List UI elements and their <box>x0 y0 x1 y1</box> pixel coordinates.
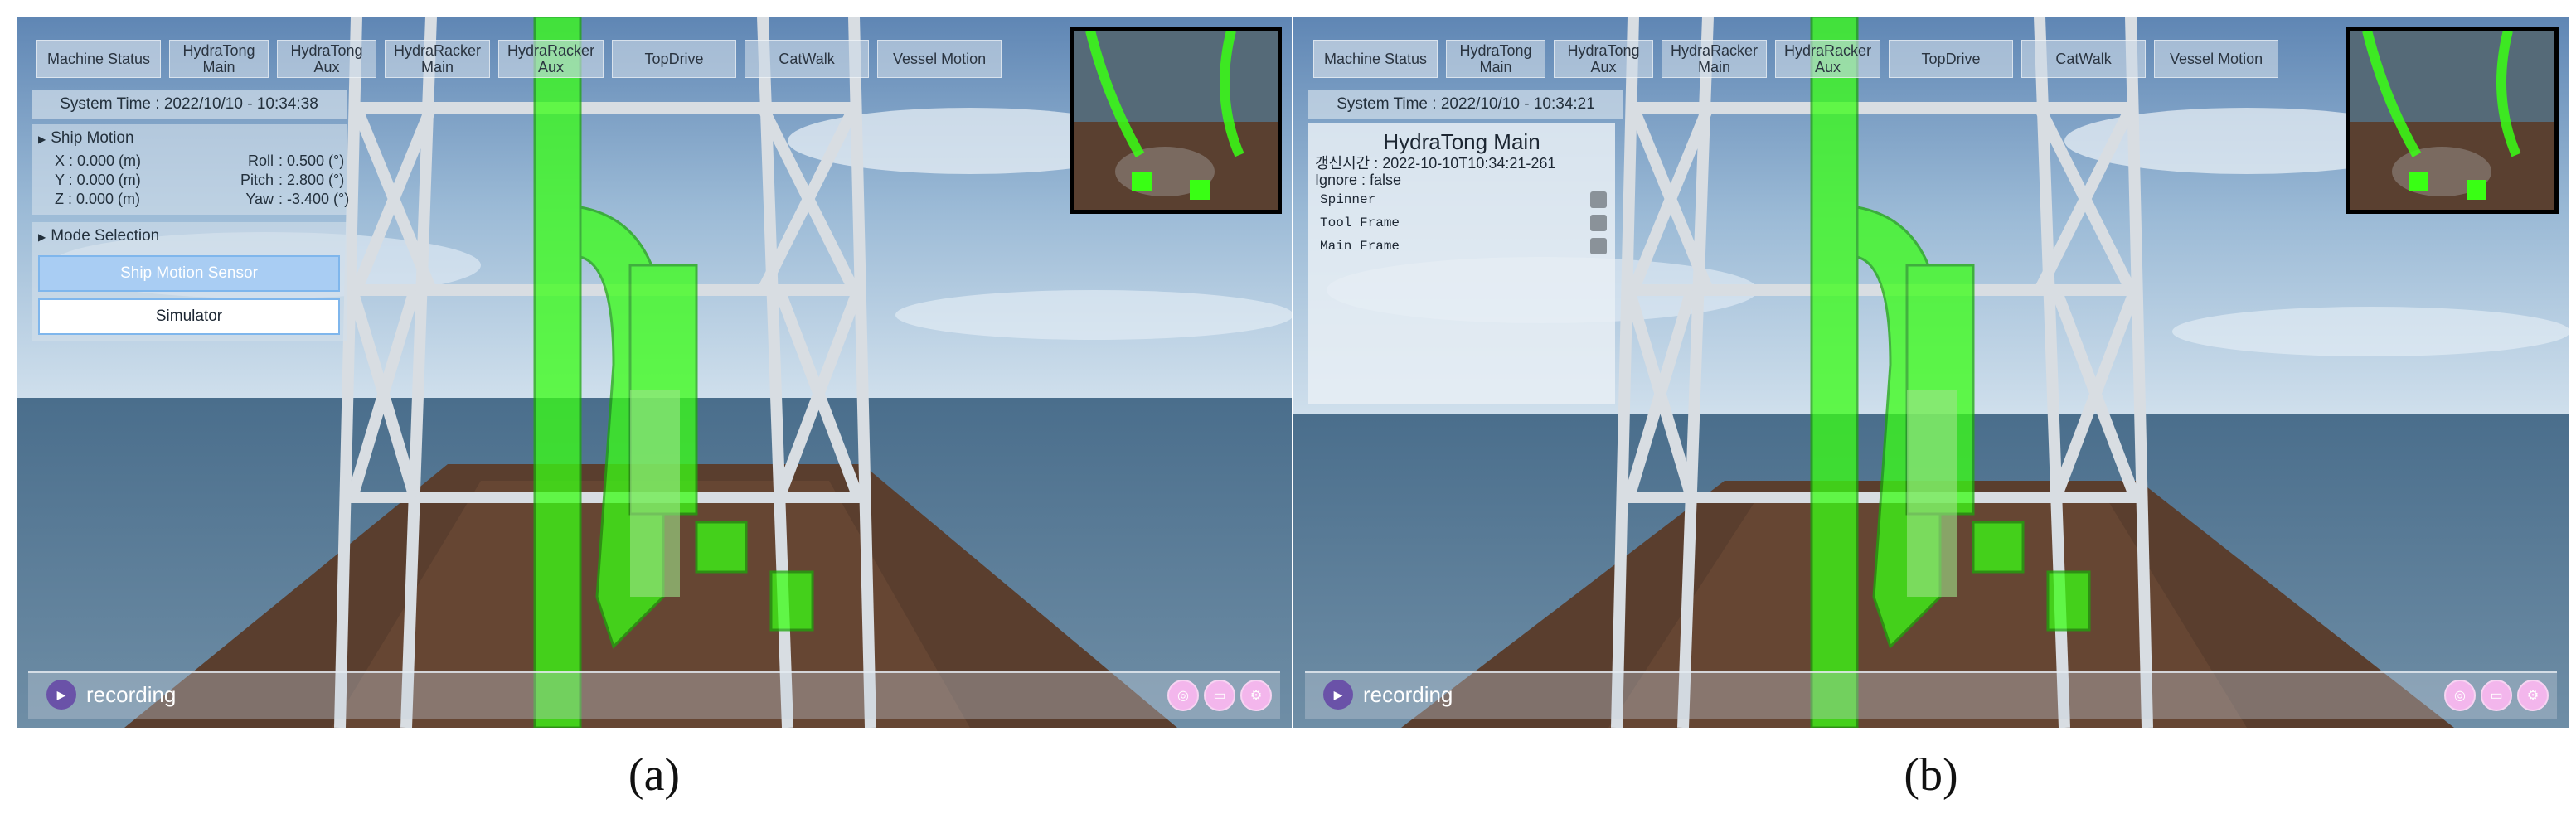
tool-frame-checkbox[interactable] <box>1590 215 1607 231</box>
playback-bar: ▶ recording ◎ ▭ ⚙ <box>1305 671 2557 719</box>
simulator-view-b: Machine Status HydraTong Main HydraTong Au… <box>1293 17 2569 728</box>
camera-minimap <box>1070 27 1282 214</box>
pitch-label: Pitch <box>240 172 274 188</box>
info-title: HydraTong Main <box>1383 129 1540 154</box>
tab-hydratong-aux[interactable]: HydraTong Aux <box>1554 40 1653 78</box>
recording-label: recording <box>1363 681 1453 707</box>
tab-topdrive[interactable]: TopDrive <box>612 40 737 78</box>
pitch-value: : 2.800 (°) <box>279 172 345 188</box>
tab-hydraracker-aux[interactable]: HydraRacker Aux <box>498 40 604 78</box>
tab-hydraracker-main[interactable]: HydraRacker Main <box>385 40 491 78</box>
recording-control[interactable]: ▶ recording <box>1323 680 1453 710</box>
yaw-label: Yaw <box>245 191 274 207</box>
recording-control[interactable]: ▶ recording <box>46 680 176 710</box>
tab-catwalk[interactable]: CatWalk <box>745 40 870 78</box>
folder-icon[interactable]: ▭ <box>1204 680 1235 711</box>
roll-label: Roll <box>247 153 274 169</box>
caption-b: (b) <box>1904 749 1958 801</box>
recording-label: recording <box>86 681 177 707</box>
ignore-status: Ignore : false <box>1315 172 1402 188</box>
tab-vessel-motion[interactable]: Vessel Motion <box>2154 40 2279 78</box>
tab-hydraracker-aux[interactable]: HydraRacker Aux <box>1775 40 1881 78</box>
settings-icon[interactable]: ⚙ <box>2517 680 2549 711</box>
camera-minimap <box>2346 27 2559 214</box>
option-spinner: Spinner <box>1308 188 1615 211</box>
caption-a: (a) <box>628 749 681 801</box>
play-icon[interactable]: ▶ <box>46 680 76 710</box>
main-frame-checkbox[interactable] <box>1590 238 1607 254</box>
option-main-frame: Main Frame <box>1308 235 1615 258</box>
mode-selection-panel: ▶ Mode Selection Ship Motion Sensor Simul… <box>32 222 347 341</box>
machine-status-button[interactable]: Machine Status <box>1313 40 1438 78</box>
view-controls: ◎ ▭ ⚙ <box>1167 680 1272 711</box>
roll-value: : 0.500 (°) <box>279 153 345 169</box>
expand-triangle-icon: ▶ <box>38 133 46 145</box>
tab-hydratong-aux[interactable]: HydraTong Aux <box>277 40 376 78</box>
hydratong-main-info-panel: HydraTong Main 갱신시간 : 2022-10-10T10:34:2… <box>1308 123 1615 404</box>
tab-hydratong-main[interactable]: HydraTong Main <box>1446 40 1545 78</box>
spinner-checkbox[interactable] <box>1590 191 1607 208</box>
machine-status-navbar: Machine Status HydraTong Main HydraTong Au… <box>1313 35 2279 83</box>
ship-motion-header[interactable]: ▶ Ship Motion <box>32 124 347 153</box>
expand-triangle-icon: ▶ <box>38 231 46 243</box>
motion-y: Y : 0.000 (m) <box>55 172 141 188</box>
tab-hydraracker-main[interactable]: HydraRacker Main <box>1662 40 1768 78</box>
ship-motion-values: X : 0.000 (m) Roll : 0.500 (°) Y : 0.000… <box>32 153 349 215</box>
yaw-value: : -3.400 (°) <box>279 191 350 207</box>
playback-bar: ▶ recording ◎ ▭ ⚙ <box>28 671 1280 719</box>
folder-icon[interactable]: ▭ <box>2481 680 2512 711</box>
tab-hydratong-main[interactable]: HydraTong Main <box>169 40 269 78</box>
machine-status-button[interactable]: Machine Status <box>36 40 161 78</box>
tab-catwalk[interactable]: CatWalk <box>2021 40 2147 78</box>
simulator-button[interactable]: Simulator <box>38 298 340 335</box>
view-controls: ◎ ▭ ⚙ <box>2444 680 2549 711</box>
system-time: System Time : 2022/10/10 - 10:34:38 <box>32 90 347 119</box>
tab-vessel-motion[interactable]: Vessel Motion <box>877 40 1002 78</box>
play-icon[interactable]: ▶ <box>1323 680 1353 710</box>
system-time: System Time : 2022/10/10 - 10:34:21 <box>1308 90 1623 119</box>
tab-topdrive[interactable]: TopDrive <box>1889 40 2014 78</box>
simulator-view-a: Machine Status HydraTong Main HydraTong Au… <box>17 17 1292 728</box>
settings-icon[interactable]: ⚙ <box>1240 680 1272 711</box>
motion-z: Z : 0.000 (m) <box>55 191 141 207</box>
option-tool-frame: Tool Frame <box>1308 211 1615 235</box>
machine-status-navbar: Machine Status HydraTong Main HydraTong Au… <box>36 35 1002 83</box>
ship-motion-sensor-button[interactable]: Ship Motion Sensor <box>38 255 340 292</box>
motion-x: X : 0.000 (m) <box>55 153 142 169</box>
capture-icon[interactable]: ◎ <box>1167 680 1199 711</box>
capture-icon[interactable]: ◎ <box>2444 680 2476 711</box>
ship-motion-panel: ▶ Ship Motion X : 0.000 (m) Roll : 0.500 … <box>32 124 349 215</box>
mode-selection-header[interactable]: ▶ Mode Selection <box>32 222 347 250</box>
updated-time: 갱신시간 : 2022-10-10T10:34:21-261 <box>1315 155 1556 172</box>
